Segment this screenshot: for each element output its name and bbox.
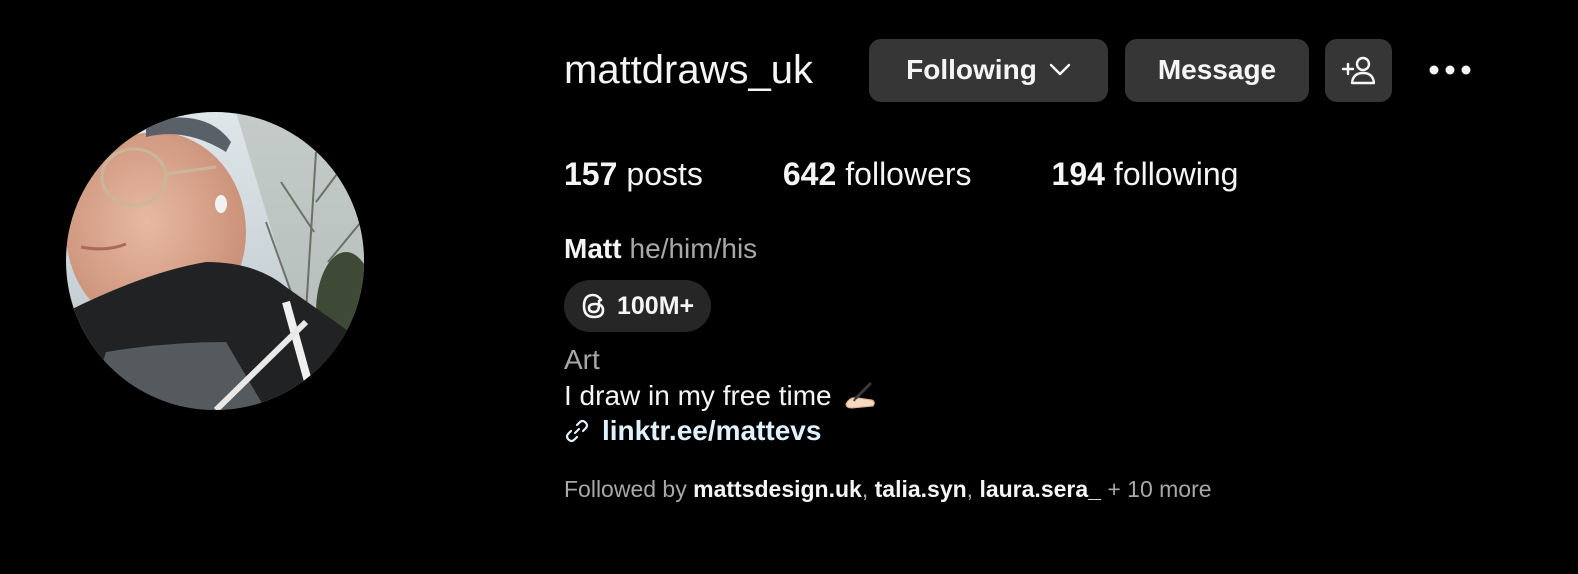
profile-header: mattdraws_uk Following Message bbox=[564, 38, 1472, 102]
profile-stats: 157 posts 642 followers 194 following bbox=[564, 156, 1238, 193]
more-options-button[interactable] bbox=[1428, 48, 1472, 92]
followed-by-more[interactable]: + 10 more bbox=[1107, 476, 1211, 502]
writing-hand-icon bbox=[842, 382, 878, 410]
message-button-label: Message bbox=[1157, 54, 1277, 85]
followed-by-user[interactable]: mattsdesign.uk bbox=[693, 476, 862, 502]
followed-by-prefix: Followed by bbox=[564, 476, 687, 502]
bio-text: I draw in my free time bbox=[564, 380, 832, 411]
bio-link[interactable]: linktr.ee/mattevs bbox=[602, 415, 821, 447]
following-count: 194 bbox=[1051, 156, 1105, 192]
following-button[interactable]: Following bbox=[868, 38, 1108, 102]
bio-link-row[interactable]: linktr.ee/mattevs bbox=[564, 415, 821, 447]
profile-avatar[interactable] bbox=[66, 112, 364, 410]
followed-by-user[interactable]: laura.sera_ bbox=[979, 476, 1100, 502]
posts-label: posts bbox=[626, 156, 703, 192]
chevron-down-icon bbox=[1049, 63, 1071, 77]
posts-count: 157 bbox=[564, 156, 618, 192]
full-name: Matt bbox=[564, 233, 622, 264]
threads-count: 100M+ bbox=[617, 291, 695, 320]
username: mattdraws_uk bbox=[564, 47, 813, 92]
followed-by[interactable]: Followed by mattsdesign.uk, talia.syn, l… bbox=[564, 476, 1212, 503]
followers-stat[interactable]: 642 followers bbox=[783, 156, 972, 193]
ellipsis-icon bbox=[1428, 64, 1472, 76]
posts-stat: 157 posts bbox=[564, 156, 703, 193]
separator-comma: , bbox=[861, 476, 875, 502]
following-label: following bbox=[1113, 156, 1239, 192]
name-line: Matt he/him/his bbox=[564, 233, 757, 265]
bio-text-line: I draw in my free time bbox=[564, 380, 878, 412]
profile-category: Art bbox=[564, 344, 600, 375]
separator-comma: , bbox=[966, 476, 980, 502]
following-stat[interactable]: 194 following bbox=[1052, 156, 1239, 193]
followers-label: followers bbox=[845, 156, 972, 192]
following-button-label: Following bbox=[906, 54, 1037, 85]
followed-by-user[interactable]: talia.syn bbox=[875, 476, 967, 502]
person-add-icon bbox=[1341, 55, 1376, 85]
profile-photo bbox=[66, 112, 364, 410]
threads-icon bbox=[579, 291, 609, 321]
followers-count: 642 bbox=[782, 156, 837, 192]
threads-badge[interactable]: 100M+ bbox=[564, 280, 711, 332]
message-button[interactable]: Message bbox=[1124, 38, 1309, 102]
add-user-button[interactable] bbox=[1324, 38, 1392, 102]
pronouns: he/him/his bbox=[629, 233, 758, 264]
link-icon bbox=[564, 418, 590, 444]
